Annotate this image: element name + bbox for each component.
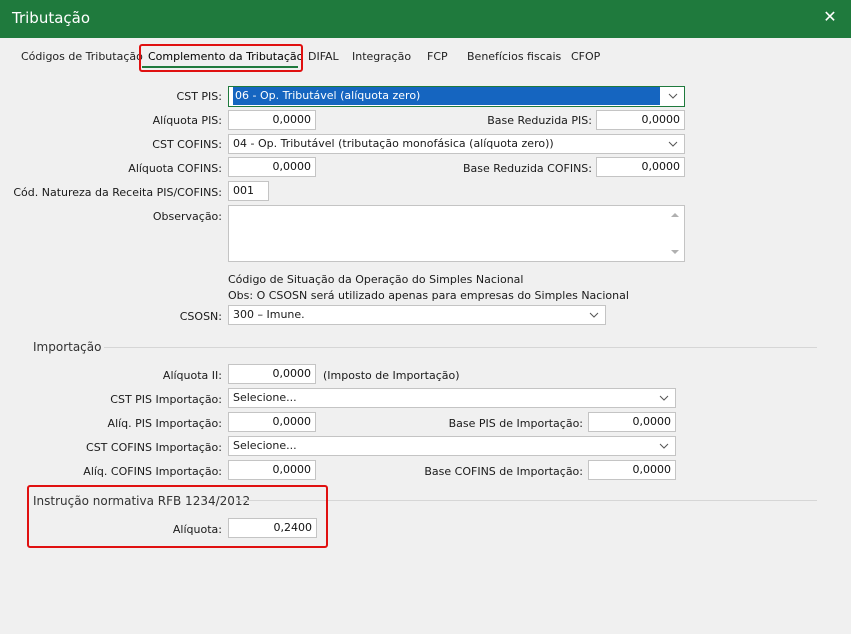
instrucao-aliquota-input[interactable]: 0,2400 bbox=[228, 518, 317, 538]
tab-difal[interactable]: DIFAL bbox=[308, 50, 339, 63]
title-bar: Tributação ✕ bbox=[0, 0, 851, 38]
close-icon[interactable]: ✕ bbox=[821, 8, 839, 26]
base-cofins-importacao-input[interactable]: 0,0000 bbox=[588, 460, 676, 480]
aliq-cofins-importacao-label: Alíq. COFINS Importação: bbox=[83, 465, 222, 478]
aliq-cofins-importacao-input[interactable]: 0,0000 bbox=[228, 460, 316, 480]
base-cofins-importacao-label: Base COFINS de Importação: bbox=[424, 465, 583, 478]
cst-cofins-importacao-label: CST COFINS Importação: bbox=[86, 441, 222, 454]
base-reduzida-pis-input[interactable]: 0,0000 bbox=[596, 110, 685, 130]
tab-cfop[interactable]: CFOP bbox=[571, 50, 600, 63]
aliquota-pis-input[interactable]: 0,0000 bbox=[228, 110, 316, 130]
instrucao-aliquota-label: Alíquota: bbox=[172, 523, 222, 536]
cst-pis-select[interactable]: 06 - Op. Tributável (alíquota zero) bbox=[228, 86, 685, 107]
chevron-down-icon bbox=[668, 141, 678, 147]
chevron-down-icon bbox=[668, 93, 678, 99]
base-pis-importacao-input[interactable]: 0,0000 bbox=[588, 412, 676, 432]
instrucao-divider bbox=[236, 500, 817, 501]
scroll-down-icon[interactable] bbox=[670, 247, 680, 257]
aliquota-ii-input[interactable]: 0,0000 bbox=[228, 364, 316, 384]
cst-cofins-label: CST COFINS: bbox=[152, 138, 222, 151]
tab-beneficios-fiscais[interactable]: Benefícios fiscais bbox=[467, 50, 561, 63]
natureza-receita-label: Cód. Natureza da Receita PIS/COFINS: bbox=[13, 186, 222, 199]
aliq-pis-importacao-input[interactable]: 0,0000 bbox=[228, 412, 316, 432]
window-title: Tributação bbox=[12, 9, 91, 27]
aliquota-ii-suffix: (Imposto de Importação) bbox=[323, 369, 460, 382]
simples-nacional-note: Obs: O CSOSN será utilizado apenas para … bbox=[228, 289, 629, 302]
base-pis-importacao-label: Base PIS de Importação: bbox=[448, 417, 583, 430]
cst-pis-importacao-select[interactable]: Selecione... bbox=[228, 388, 676, 408]
csosn-label: CSOSN: bbox=[179, 310, 222, 323]
cst-pis-label: CST PIS: bbox=[176, 90, 222, 103]
aliquota-cofins-label: Alíquota COFINS: bbox=[128, 162, 222, 175]
aliquota-pis-label: Alíquota PIS: bbox=[152, 114, 222, 127]
aliq-pis-importacao-label: Alíq. PIS Importação: bbox=[107, 417, 222, 430]
observacao-textarea[interactable] bbox=[228, 205, 685, 262]
simples-nacional-heading: Código de Situação da Operação do Simple… bbox=[228, 273, 524, 286]
tab-fcp[interactable]: FCP bbox=[427, 50, 448, 63]
chevron-down-icon bbox=[659, 443, 669, 449]
instrucao-section-title: Instrução normativa RFB 1234/2012 bbox=[33, 494, 251, 508]
importacao-divider bbox=[104, 347, 817, 348]
tab-codigos-tributacao[interactable]: Códigos de Tributação bbox=[21, 50, 143, 63]
active-tab-indicator bbox=[142, 66, 298, 68]
cst-cofins-select[interactable]: 04 - Op. Tributável (tributação monofási… bbox=[228, 134, 685, 154]
scroll-up-icon[interactable] bbox=[670, 210, 680, 220]
chevron-down-icon bbox=[589, 312, 599, 318]
base-reduzida-cofins-label: Base Reduzida COFINS: bbox=[462, 162, 592, 175]
importacao-section-title: Importação bbox=[33, 340, 102, 354]
cst-pis-importacao-label: CST PIS Importação: bbox=[110, 393, 222, 406]
tab-complemento-tributacao[interactable]: Complemento da Tributação bbox=[148, 50, 303, 63]
aliquota-cofins-input[interactable]: 0,0000 bbox=[228, 157, 316, 177]
observacao-label: Observação: bbox=[152, 210, 222, 223]
base-reduzida-cofins-input[interactable]: 0,0000 bbox=[596, 157, 685, 177]
chevron-down-icon bbox=[659, 395, 669, 401]
base-reduzida-pis-label: Base Reduzida PIS: bbox=[487, 114, 592, 127]
csosn-select[interactable]: 300 – Imune. bbox=[228, 305, 606, 325]
tab-bar: Códigos de Tributação Complemento da Tri… bbox=[0, 46, 851, 72]
cst-cofins-importacao-select[interactable]: Selecione... bbox=[228, 436, 676, 456]
aliquota-ii-label: Alíquota II: bbox=[162, 369, 222, 382]
tab-integracao[interactable]: Integração bbox=[352, 50, 411, 63]
natureza-receita-input[interactable]: 001 bbox=[228, 181, 269, 201]
